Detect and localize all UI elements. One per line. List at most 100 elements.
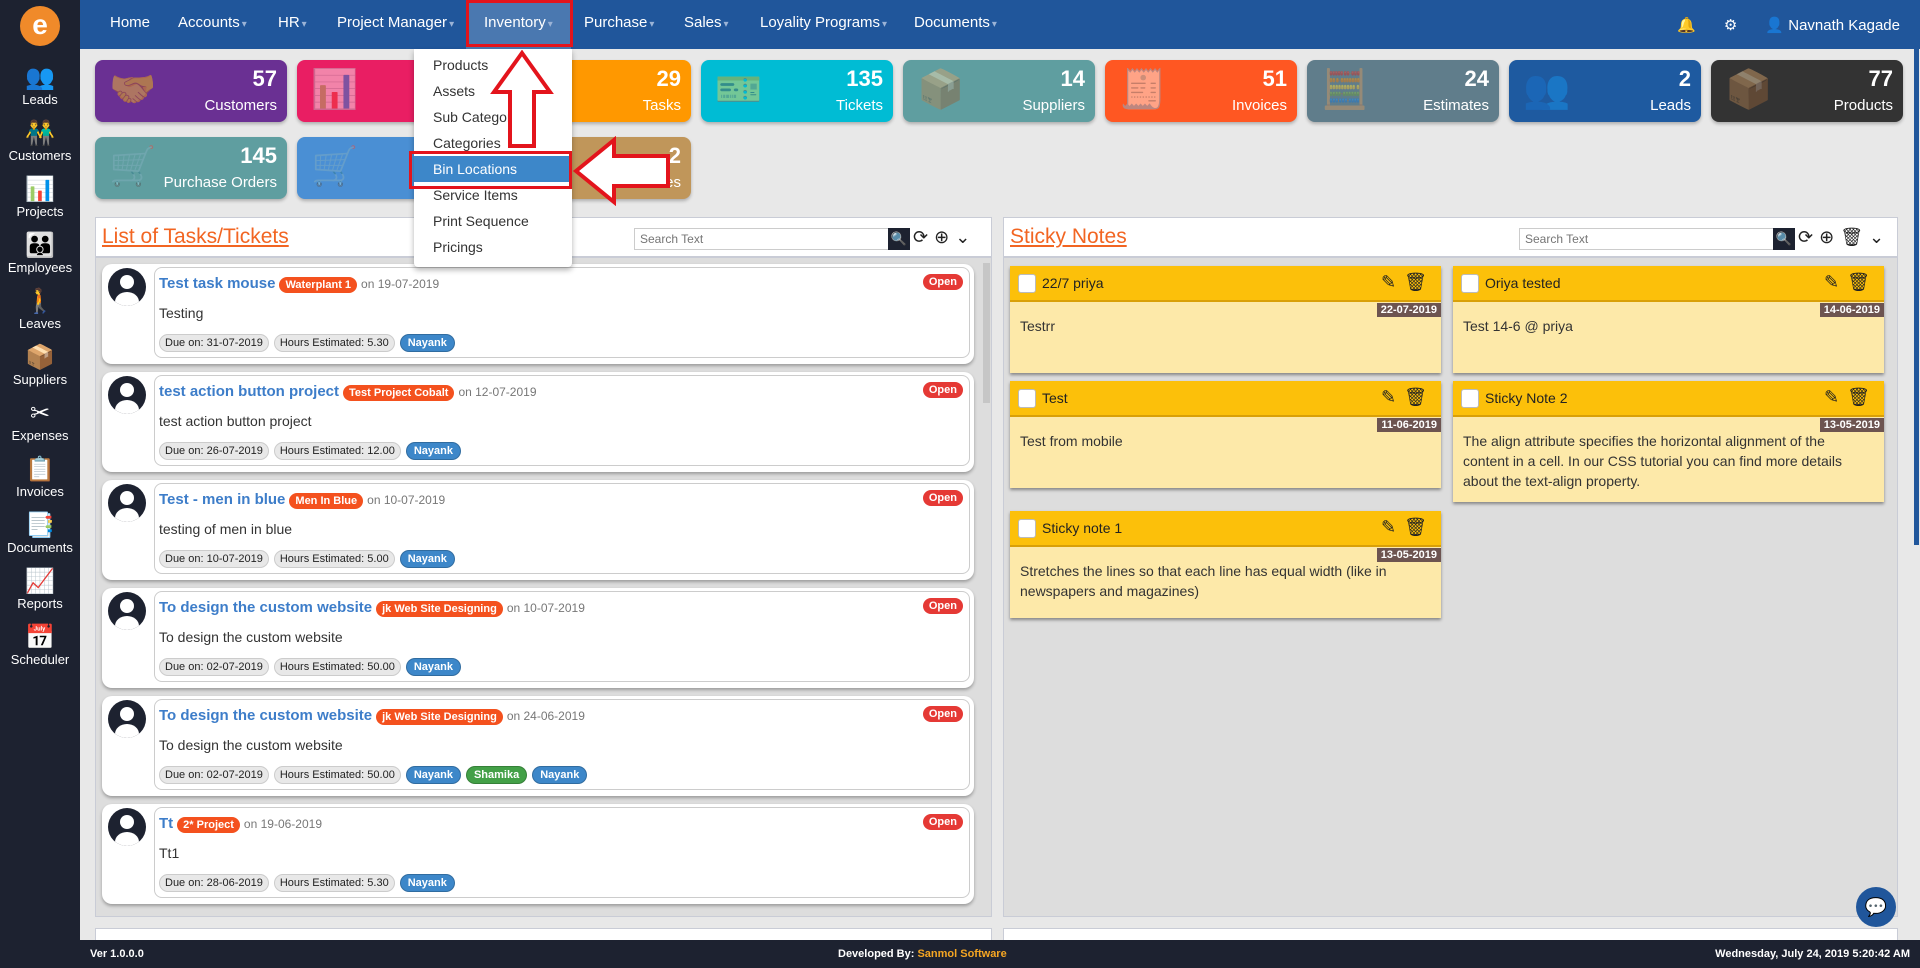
bell-icon[interactable]: 🔔: [1677, 16, 1696, 34]
tile-leads[interactable]: 👥 2 Leads: [1509, 60, 1701, 122]
tile-products[interactable]: 📦 77 Products: [1711, 60, 1903, 122]
note-actions: ✎ 🗑: [1381, 517, 1427, 538]
user-avatar-icon: 👤: [1765, 16, 1785, 34]
task-title-link[interactable]: Test task mouse: [159, 275, 275, 292]
refresh-icon[interactable]: ⟳: [1798, 227, 1813, 248]
nav-hr[interactable]: HR ▾: [268, 0, 317, 49]
tile-tickets[interactable]: 🎫 135 Tickets: [701, 60, 893, 122]
sidebar-item-label: Invoices: [16, 484, 64, 499]
refresh-icon[interactable]: ⟳: [913, 227, 928, 248]
caret-down-icon: ▾: [301, 19, 307, 30]
task-title-link[interactable]: Test - men in blue: [159, 491, 285, 508]
note-actions: ✎ 🗑: [1824, 387, 1870, 408]
edit-icon[interactable]: ✎: [1824, 272, 1839, 293]
tile-estimates[interactable]: 🧮 24 Estimates: [1307, 60, 1499, 122]
note-checkbox[interactable]: [1461, 274, 1479, 293]
nav-loyality-programs[interactable]: Loyality Programs ▾: [750, 0, 897, 49]
sidebar-item-reports[interactable]: 📈 Reports: [0, 568, 80, 611]
sidebar-item-projects[interactable]: 📊 Projects: [0, 176, 80, 219]
due-date-chip: Due on: 10-07-2019: [159, 550, 269, 568]
trash-icon[interactable]: 🗑: [1840, 227, 1863, 248]
add-circle-icon[interactable]: ⊕: [934, 227, 949, 248]
sidebar-item-label: Suppliers: [12, 372, 68, 387]
tasks-search-input[interactable]: [634, 228, 889, 250]
tile-invoices[interactable]: 🧾 51 Invoices: [1105, 60, 1297, 122]
nav-home[interactable]: Home: [100, 0, 160, 49]
sidebar-item-leaves[interactable]: 🚶 Leaves: [0, 288, 80, 331]
trash-icon[interactable]: 🗑: [1847, 272, 1870, 293]
project-badge: Waterplant 1: [279, 277, 358, 293]
sidebar-item-customers[interactable]: 👬 Customers: [0, 120, 80, 163]
nav-documents[interactable]: Documents ▾: [904, 0, 1007, 49]
task-card[interactable]: Test - men in blue Men In Blue on 10-07-20…: [102, 480, 974, 580]
search-icon[interactable]: 🔍: [888, 228, 910, 250]
task-title-link[interactable]: To design the custom website: [159, 599, 372, 616]
collapse-chevron-icon[interactable]: ⌄: [1869, 227, 1884, 248]
sticky-note[interactable]: Test ✎ 🗑 11-06-2019 Test from mobile: [1010, 381, 1441, 488]
nav-purchase[interactable]: Purchase ▾: [574, 0, 664, 49]
task-title-link[interactable]: Tt: [159, 815, 173, 832]
notes-search-input[interactable]: [1519, 228, 1774, 250]
task-title-link[interactable]: test action button project: [159, 383, 339, 400]
trash-icon[interactable]: 🗑: [1404, 272, 1427, 293]
task-card[interactable]: To design the custom website jk Web Site …: [102, 588, 974, 688]
edit-icon[interactable]: ✎: [1381, 387, 1396, 408]
trash-icon[interactable]: 🗑: [1404, 387, 1427, 408]
documents-icon: 📑: [25, 512, 55, 539]
sticky-notes-title[interactable]: Sticky Notes: [1010, 225, 1127, 249]
sidebar-item-scheduler[interactable]: 📅 Scheduler: [0, 624, 80, 667]
tasks-scrollbar[interactable]: [983, 263, 990, 403]
user-menu[interactable]: 👤 Navnath Kagade: [1765, 16, 1900, 34]
sticky-note[interactable]: 22/7 priya ✎ 🗑 22-07-2019 Testrr: [1010, 266, 1441, 373]
nav-sales[interactable]: Sales ▾: [674, 0, 739, 49]
task-card[interactable]: Test task mouse Waterplant 1 on 19-07-2019…: [102, 264, 974, 364]
app-logo[interactable]: e: [20, 6, 60, 46]
note-checkbox[interactable]: [1018, 519, 1036, 538]
edit-icon[interactable]: ✎: [1381, 272, 1396, 293]
sidebar-item-expenses[interactable]: ✂ Expenses: [0, 400, 80, 443]
annotation-arrow-up: [490, 50, 554, 148]
nav-accounts[interactable]: Accounts ▾: [168, 0, 257, 49]
tasks-panel-title[interactable]: List of Tasks/Tickets: [102, 225, 289, 249]
sticky-note[interactable]: Oriya tested ✎ 🗑 14-06-2019 Test 14-6 @ priy…: [1453, 266, 1884, 373]
edit-icon[interactable]: ✎: [1381, 517, 1396, 538]
tile-purchase-orders[interactable]: 🛒 145 Purchase Orders: [95, 137, 287, 199]
trash-icon[interactable]: 🗑: [1847, 387, 1870, 408]
sidebar-item-documents[interactable]: 📑 Documents: [0, 512, 80, 555]
developer-link[interactable]: Sanmol Software: [917, 948, 1006, 960]
chat-bubble-button[interactable]: 💬: [1856, 887, 1896, 927]
trash-icon[interactable]: 🗑: [1404, 517, 1427, 538]
menu-item-print-sequence[interactable]: Print Sequence: [414, 208, 572, 234]
nav-project-manager[interactable]: Project Manager ▾: [327, 0, 464, 49]
task-date: on 10-07-2019: [367, 493, 446, 507]
note-checkbox[interactable]: [1461, 389, 1479, 408]
note-checkbox[interactable]: [1018, 274, 1036, 293]
sidebar-item-suppliers[interactable]: 📦 Suppliers: [0, 344, 80, 387]
sticky-note[interactable]: Sticky Note 2 ✎ 🗑 13-05-2019 The align attri…: [1453, 381, 1884, 502]
note-checkbox[interactable]: [1018, 389, 1036, 408]
tile-icon: 🧾: [1119, 69, 1167, 111]
task-card[interactable]: Tt 2* Project on 19-06-2019 Open Tt1 Due on: …: [102, 804, 974, 904]
sticky-note[interactable]: Sticky note 1 ✎ 🗑 13-05-2019 Stretches the l…: [1010, 511, 1441, 618]
sidebar-item-invoices[interactable]: 📋 Invoices: [0, 456, 80, 499]
search-icon[interactable]: 🔍: [1773, 228, 1795, 250]
task-body: test action button project Test Project C…: [154, 375, 970, 466]
sidebar-item-employees[interactable]: 👪 Employees: [0, 232, 80, 275]
sidebar-item-leads[interactable]: 👥 Leads: [0, 64, 80, 107]
page-scrollbar[interactable]: [1914, 49, 1919, 545]
settings-gears-icon[interactable]: ⚙: [1724, 16, 1737, 34]
edit-icon[interactable]: ✎: [1824, 387, 1839, 408]
annotation-box-bin-locations: [409, 151, 572, 189]
task-card[interactable]: test action button project Test Project C…: [102, 372, 974, 472]
menu-item-pricings[interactable]: Pricings: [414, 234, 572, 260]
tile-label: Products: [1833, 97, 1893, 114]
handshake-icon: 👬: [25, 120, 55, 147]
task-card[interactable]: To design the custom website jk Web Site …: [102, 696, 974, 796]
tile-suppliers[interactable]: 📦 14 Suppliers: [903, 60, 1095, 122]
collapse-chevron-icon[interactable]: ⌄: [955, 227, 970, 248]
task-title-link[interactable]: To design the custom website: [159, 707, 372, 724]
caret-down-icon: ▾: [449, 19, 455, 30]
tile-count: 77: [1868, 66, 1893, 91]
add-circle-icon[interactable]: ⊕: [1819, 227, 1834, 248]
tile-customers[interactable]: 🤝 57 Customers: [95, 60, 287, 122]
